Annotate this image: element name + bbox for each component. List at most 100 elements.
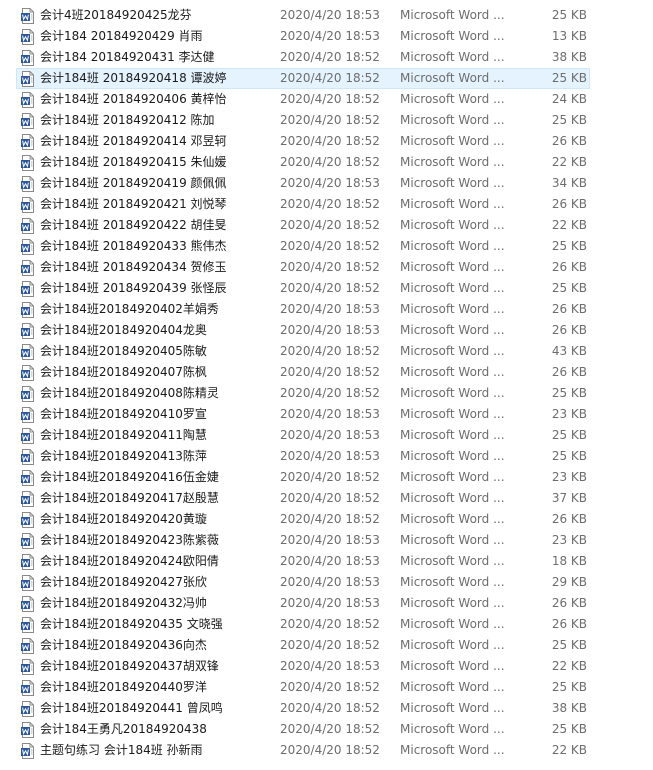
word-document-icon: [21, 344, 35, 360]
file-row[interactable]: 会计184班20184920411陶慧 2020/4/20 18:53 Micros…: [16, 425, 590, 446]
file-size: 22 KB: [551, 155, 587, 169]
file-row[interactable]: 会计184班20184920424欧阳倩 2020/4/20 18:53 Micro…: [16, 551, 590, 572]
file-row[interactable]: 会计184班20184920404龙奥 2020/4/20 18:53 Micros…: [16, 320, 590, 341]
file-row[interactable]: 会计184 20184920431 李达健 2020/4/20 18:52 Micr…: [16, 47, 590, 68]
file-row[interactable]: 会计184班20184920440罗洋 2020/4/20 18:52 Micros…: [16, 677, 590, 698]
file-name: 会计4班20184920425龙芬: [40, 8, 192, 22]
file-date-modified: 2020/4/20 18:52: [280, 491, 380, 505]
word-document-icon: [21, 533, 35, 549]
file-size: 29 KB: [551, 575, 587, 589]
file-row[interactable]: 会计184班 20184920414 邓昱轲 2020/4/20 18:52 Mic…: [16, 131, 590, 152]
file-date-modified: 2020/4/20 18:53: [280, 407, 380, 421]
file-row[interactable]: 会计184 20184920429 肖雨 2020/4/20 18:53 Micro…: [16, 26, 590, 47]
file-name: 会计184班 20184920433 熊伟杰: [40, 239, 227, 253]
file-row[interactable]: 会计184班 20184920439 张怪辰 2020/4/20 18:52 Mic…: [16, 278, 590, 299]
word-document-icon: [21, 638, 35, 654]
file-date-modified: 2020/4/20 18:53: [280, 575, 380, 589]
file-date-modified: 2020/4/20 18:52: [280, 470, 380, 484]
file-row[interactable]: 会计184班20184920441 曾凤鸣 2020/4/20 18:52 Micr…: [16, 698, 590, 719]
word-document-icon: [21, 134, 35, 150]
file-date-modified: 2020/4/20 18:52: [280, 71, 380, 85]
file-name: 会计184班 20184920434 贺修玉: [40, 260, 227, 274]
file-size: 26 KB: [551, 617, 587, 631]
file-name: 会计184班20184920420黄璇: [40, 512, 207, 526]
word-document-icon: [21, 260, 35, 276]
file-name: 会计184班 20184920412 陈加: [40, 113, 215, 127]
word-document-icon: [21, 701, 35, 717]
file-row[interactable]: 会计184班 20184920421 刘悦琴 2020/4/20 18:52 Mic…: [16, 194, 590, 215]
word-document-icon: [21, 50, 35, 66]
file-name: 会计184班20184920432冯帅: [40, 596, 207, 610]
file-size: 18 KB: [551, 554, 587, 568]
word-document-icon: [21, 617, 35, 633]
file-row[interactable]: 会计184班20184920413陈萍 2020/4/20 18:53 Micros…: [16, 446, 590, 467]
file-size: 26 KB: [551, 323, 587, 337]
file-date-modified: 2020/4/20 18:52: [280, 281, 380, 295]
file-row[interactable]: 会计184班20184920420黄璇 2020/4/20 18:52 Micros…: [16, 509, 590, 530]
word-document-icon: [21, 428, 35, 444]
file-row[interactable]: 会计184班20184920402羊娟秀 2020/4/20 18:53 Micro…: [16, 299, 590, 320]
file-size: 26 KB: [551, 260, 587, 274]
file-row[interactable]: 会计184王勇凡20184920438 2020/4/20 18:52 Micros…: [16, 719, 590, 740]
file-name: 会计184班 20184920418 谭波婷: [40, 71, 227, 85]
word-document-icon: [21, 29, 35, 45]
word-document-icon: [21, 575, 35, 591]
word-document-icon: [21, 722, 35, 738]
file-row[interactable]: 会计184班 20184920406 黄梓怡 2020/4/20 18:52 Mic…: [16, 89, 590, 110]
file-row[interactable]: 会计184班 20184920434 贺修玉 2020/4/20 18:52 Mic…: [16, 257, 590, 278]
file-row[interactable]: 会计184班20184920416伍金婕 2020/4/20 18:52 Micro…: [16, 467, 590, 488]
word-document-icon: [21, 239, 35, 255]
file-row[interactable]: 会计184班 20184920418 谭波婷 2020/4/20 18:52 Mic…: [16, 68, 590, 89]
file-date-modified: 2020/4/20 18:53: [280, 302, 380, 316]
file-size: 38 KB: [551, 50, 587, 64]
file-row[interactable]: 会计184班 20184920433 熊伟杰 2020/4/20 18:52 Mic…: [16, 236, 590, 257]
file-size: 34 KB: [551, 176, 587, 190]
word-document-icon: [21, 113, 35, 129]
file-row[interactable]: 会计184班 20184920412 陈加 2020/4/20 18:52 Micr…: [16, 110, 590, 131]
file-row[interactable]: 会计184班20184920437胡双锋 2020/4/20 18:53 Micro…: [16, 656, 590, 677]
file-row[interactable]: 会计184班20184920417赵殷慧 2020/4/20 18:52 Micro…: [16, 488, 590, 509]
word-document-icon: [21, 554, 35, 570]
file-date-modified: 2020/4/20 18:52: [280, 365, 380, 379]
file-row[interactable]: 会计184班20184920405陈敏 2020/4/20 18:52 Micros…: [16, 341, 590, 362]
file-size: 22 KB: [551, 659, 587, 673]
file-row[interactable]: 主题句练习 会计184班 孙新雨 2020/4/20 18:52 Microsoft…: [16, 740, 590, 761]
file-size: 25 KB: [551, 113, 587, 127]
file-name: 会计184班20184920413陈萍: [40, 449, 207, 463]
file-row[interactable]: 会计184班20184920435 文晓强 2020/4/20 18:52 Micr…: [16, 614, 590, 635]
file-row[interactable]: 会计184班20184920410罗宣 2020/4/20 18:53 Micros…: [16, 404, 590, 425]
file-date-modified: 2020/4/20 18:52: [280, 680, 380, 694]
file-row[interactable]: 会计184班 20184920419 颜佩佩 2020/4/20 18:53 Mic…: [16, 173, 590, 194]
file-name: 会计184班20184920441 曾凤鸣: [40, 701, 223, 715]
file-date-modified: 2020/4/20 18:53: [280, 176, 380, 190]
file-row[interactable]: 会计184班 20184920415 朱仙媛 2020/4/20 18:52 Mic…: [16, 152, 590, 173]
file-name: 会计184班20184920410罗宣: [40, 407, 207, 421]
file-size: 23 KB: [551, 407, 587, 421]
file-date-modified: 2020/4/20 18:53: [280, 428, 380, 442]
file-size: 38 KB: [551, 701, 587, 715]
file-name: 会计184班20184920407陈枫: [40, 365, 207, 379]
file-row[interactable]: 会计184班20184920436向杰 2020/4/20 18:52 Micros…: [16, 635, 590, 656]
file-name: 会计184班20184920437胡双锋: [40, 659, 219, 673]
file-date-modified: 2020/4/20 18:53: [280, 29, 380, 43]
file-row[interactable]: 会计184班20184920423陈紫薇 2020/4/20 18:53 Micro…: [16, 530, 590, 551]
file-row[interactable]: 会计184班20184920427张欣 2020/4/20 18:53 Micros…: [16, 572, 590, 593]
file-date-modified: 2020/4/20 18:53: [280, 323, 380, 337]
file-name: 会计184班 20184920415 朱仙媛: [40, 155, 227, 169]
file-date-modified: 2020/4/20 18:52: [280, 701, 380, 715]
word-document-icon: [21, 197, 35, 213]
file-row[interactable]: 会计184班20184920408陈精灵 2020/4/20 18:52 Micro…: [16, 383, 590, 404]
file-date-modified: 2020/4/20 18:52: [280, 218, 380, 232]
file-size: 23 KB: [551, 470, 587, 484]
word-document-icon: [21, 491, 35, 507]
word-document-icon: [21, 92, 35, 108]
file-name: 会计184班20184920436向杰: [40, 638, 207, 652]
word-document-icon: [21, 470, 35, 486]
file-row[interactable]: 会计184班 20184920422 胡佳旻 2020/4/20 18:52 Mic…: [16, 215, 590, 236]
file-row[interactable]: 会计4班20184920425龙芬 2020/4/20 18:53 Microsof…: [16, 5, 590, 26]
file-size: 43 KB: [551, 344, 587, 358]
file-row[interactable]: 会计184班20184920432冯帅 2020/4/20 18:53 Micros…: [16, 593, 590, 614]
file-row[interactable]: 会计184班20184920407陈枫 2020/4/20 18:52 Micros…: [16, 362, 590, 383]
file-date-modified: 2020/4/20 18:52: [280, 134, 380, 148]
word-document-icon: [21, 386, 35, 402]
